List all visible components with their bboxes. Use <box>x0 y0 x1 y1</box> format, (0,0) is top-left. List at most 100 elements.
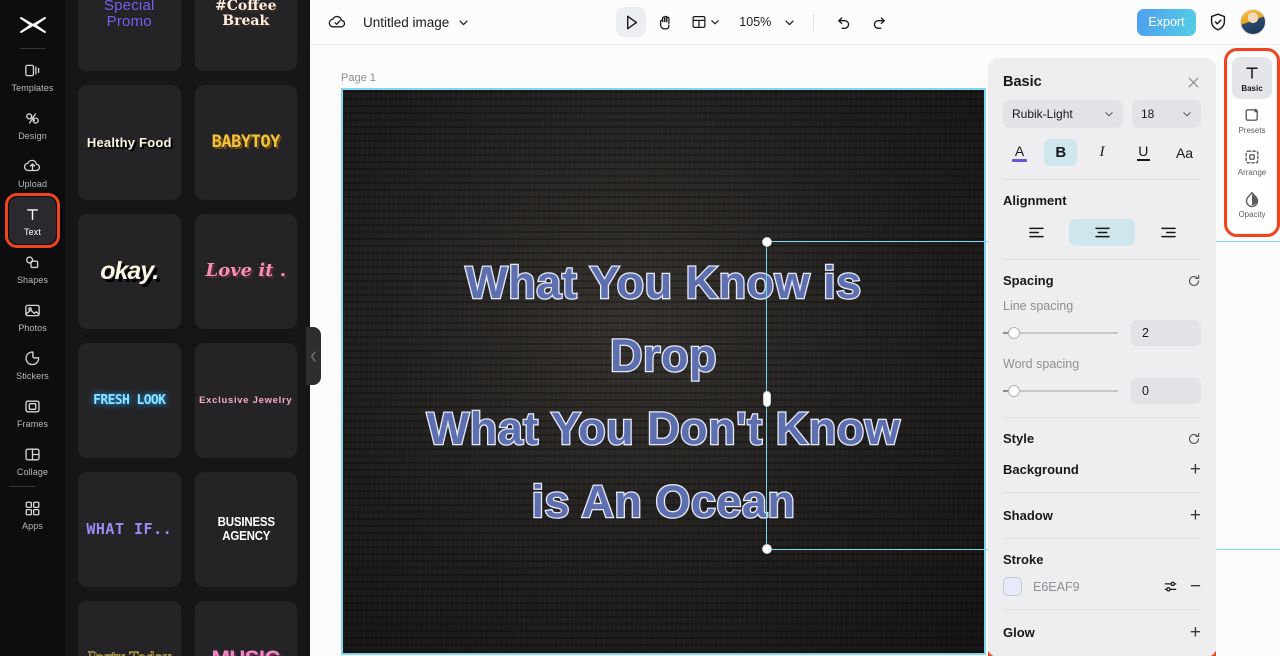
align-left-icon[interactable] <box>1003 219 1069 246</box>
right-rail-label: Arrange <box>1238 168 1266 177</box>
word-spacing-label: Word spacing <box>1003 357 1201 371</box>
right-rail-item-arrange[interactable]: Arrange <box>1232 141 1272 183</box>
template-card[interactable]: okay. <box>78 214 181 329</box>
canvas-tools: 105% <box>616 7 893 37</box>
right-rail-item-presets[interactable]: Presets <box>1232 99 1272 141</box>
template-card-label: BUSINESS AGENCY <box>202 516 289 542</box>
template-card-label: #Coffee Break <box>199 0 294 28</box>
underline-icon[interactable]: U <box>1127 139 1160 166</box>
spacing-reset-icon[interactable] <box>1187 274 1201 288</box>
sidebar-item-label: Design <box>18 131 47 141</box>
sidebar-divider-bottom <box>9 486 35 487</box>
sidebar-item-collage[interactable]: Collage <box>9 437 56 484</box>
bold-icon[interactable]: B <box>1044 139 1077 166</box>
design-icon <box>23 109 42 129</box>
stroke-minus-icon[interactable]: − <box>1190 577 1201 596</box>
font-family-value: Rubik-Light <box>1012 107 1073 121</box>
user-avatar[interactable] <box>1240 9 1266 35</box>
sidebar-item-design[interactable]: Design <box>9 101 56 148</box>
sidebar-item-photos[interactable]: Photos <box>9 293 56 340</box>
background-label: Background <box>1003 462 1079 477</box>
sidebar-item-templates[interactable]: Templates <box>9 53 56 100</box>
frames-icon <box>23 397 42 417</box>
template-card[interactable]: Love it . <box>195 214 298 329</box>
undo-button[interactable] <box>829 7 859 37</box>
alignment-options <box>1003 219 1201 246</box>
app-logo-icon[interactable] <box>13 8 53 42</box>
close-icon[interactable] <box>1186 75 1201 90</box>
canvas-text-element[interactable]: What You Know isDropWhat You Don't Knowi… <box>343 247 984 539</box>
design-canvas[interactable]: What You Know isDropWhat You Don't Knowi… <box>341 88 986 655</box>
background-plus-icon[interactable]: + <box>1190 460 1201 479</box>
sidebar-item-frames[interactable]: Frames <box>9 389 56 436</box>
panel-collapse-handle[interactable] <box>306 327 321 385</box>
right-rail-item-opacity[interactable]: Opacity <box>1232 183 1272 225</box>
template-grid: Special Promo #Coffee Break Healthy FoodBA… <box>65 0 310 656</box>
font-family-select[interactable]: Rubik-Light <box>1003 100 1123 128</box>
template-card[interactable]: FRESH LOOK <box>78 343 181 458</box>
zoom-chevron-down-icon[interactable] <box>784 17 795 28</box>
stroke-color-row: E6EAF9 − <box>1003 577 1201 596</box>
select-cursor-tool[interactable] <box>616 7 646 37</box>
sidebar-item-shapes[interactable]: Shapes <box>9 245 56 292</box>
template-card[interactable]: Exclusive Jewelry <box>195 343 298 458</box>
sidebar-item-upload[interactable]: Upload <box>9 149 56 196</box>
text-case-icon[interactable]: Aa <box>1168 139 1201 166</box>
divider <box>1003 609 1201 610</box>
chevron-down-icon <box>1182 109 1192 119</box>
text-case-label: Aa <box>1176 145 1193 161</box>
shadow-plus-icon[interactable]: + <box>1190 506 1201 525</box>
template-card[interactable]: MUSIC <box>195 601 298 656</box>
template-card-label: okay. <box>100 258 158 284</box>
shield-check-icon[interactable] <box>1208 12 1228 32</box>
style-reset-icon[interactable] <box>1187 432 1201 446</box>
zoom-level[interactable]: 105% <box>739 15 771 29</box>
divider <box>1003 179 1201 180</box>
export-button[interactable]: Export <box>1137 9 1196 36</box>
template-card[interactable]: #Coffee Break <box>195 0 298 71</box>
stroke-color-swatch[interactable] <box>1003 577 1022 596</box>
opacity-icon <box>1243 190 1261 208</box>
template-card[interactable]: Special Promo <box>78 0 181 71</box>
template-card[interactable]: Party Today <box>78 601 181 656</box>
template-card[interactable]: BABYTOY <box>195 85 298 200</box>
apps-icon <box>23 499 42 519</box>
page-label: Page 1 <box>341 72 376 84</box>
template-card[interactable]: WHAT IF.. <box>78 472 181 587</box>
template-card[interactable]: Healthy Food <box>78 85 181 200</box>
template-card-label: Party Today <box>87 651 171 656</box>
italic-icon[interactable]: I <box>1086 139 1119 166</box>
stroke-color-value[interactable]: E6EAF9 <box>1033 580 1152 594</box>
shapes-icon <box>23 253 42 273</box>
sidebar-item-stickers[interactable]: Stickers <box>9 341 56 388</box>
template-card[interactable]: BUSINESS AGENCY <box>195 472 298 587</box>
right-rail-item-basic[interactable]: Basic <box>1232 57 1272 99</box>
cloud-saved-icon[interactable] <box>328 13 347 32</box>
align-right-icon[interactable] <box>1135 219 1201 246</box>
glow-plus-icon[interactable]: + <box>1190 623 1201 642</box>
word-spacing-slider[interactable] <box>1003 390 1118 392</box>
text-basic-icon <box>1243 64 1261 82</box>
line-spacing-slider[interactable] <box>1003 332 1118 334</box>
sidebar-item-apps[interactable]: Apps <box>9 491 56 538</box>
layout-grid-tool[interactable] <box>684 7 727 37</box>
document-title[interactable]: Untitled image <box>363 15 449 30</box>
font-controls-row: Rubik-Light 18 <box>1003 100 1201 128</box>
sidebar-item-label: Templates <box>12 83 54 93</box>
sliders-icon[interactable] <box>1163 579 1179 595</box>
title-chevron-down-icon[interactable] <box>458 17 469 28</box>
line-spacing-value[interactable]: 2 <box>1131 320 1201 346</box>
template-card-label: Love it . <box>205 262 286 281</box>
sidebar-item-text[interactable]: Text <box>9 197 56 244</box>
canvas-text-line: is An Ocean <box>343 466 984 539</box>
background-row: Background + <box>1003 460 1201 479</box>
text-color-icon[interactable]: A <box>1003 139 1036 166</box>
hand-pan-tool[interactable] <box>650 7 680 37</box>
templates-icon <box>23 61 42 81</box>
word-spacing-value[interactable]: 0 <box>1131 378 1201 404</box>
font-size-select[interactable]: 18 <box>1132 100 1201 128</box>
sidebar-item-label: Frames <box>17 419 48 429</box>
align-center-icon[interactable] <box>1069 219 1135 246</box>
redo-button[interactable] <box>863 7 893 37</box>
arrange-icon <box>1243 148 1261 166</box>
